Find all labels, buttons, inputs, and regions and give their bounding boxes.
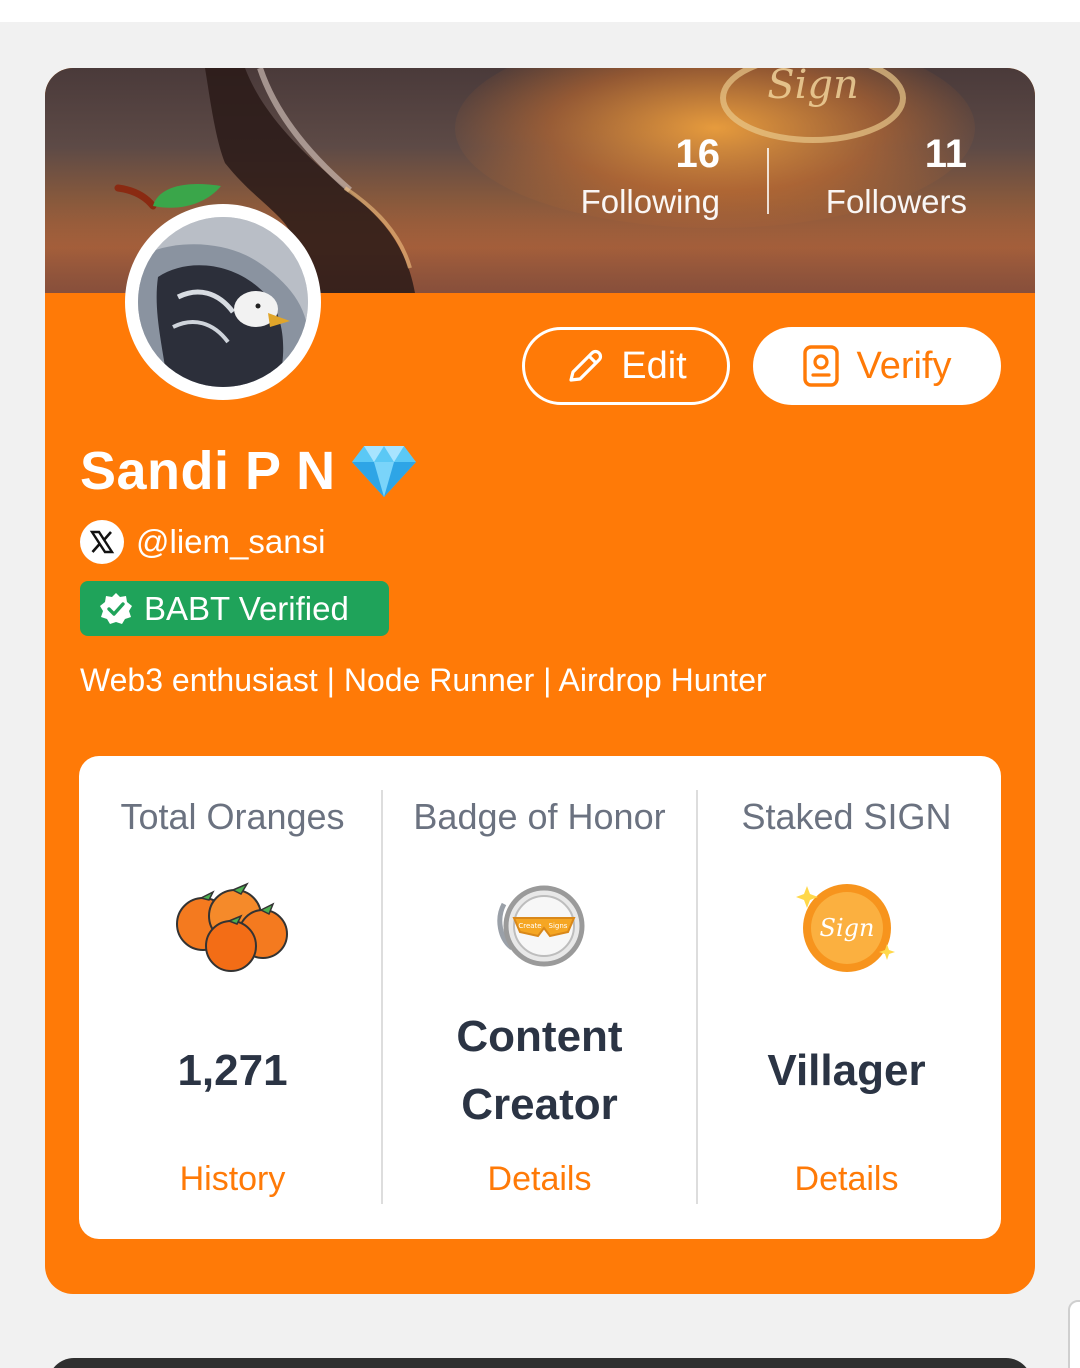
followers-label: Followers [825, 183, 967, 220]
eagle-avatar-image [138, 217, 308, 387]
stats-panel: Total Oranges 1,271 History Badge of Hon… [79, 756, 1001, 1239]
badge-details-link[interactable]: Details [386, 1160, 693, 1199]
staked-details-link[interactable]: Details [693, 1160, 1000, 1199]
staked-sign-value: Villager [767, 1046, 926, 1095]
avatar[interactable] [138, 217, 308, 387]
svg-text:Signs: Signs [548, 922, 567, 930]
x-logo-icon [80, 520, 124, 564]
stat-divider [767, 148, 769, 214]
total-oranges-title: Total Oranges [120, 796, 345, 837]
badge-of-honor-value: Content Creator [456, 1012, 623, 1129]
top-strip [0, 0, 1080, 22]
followers-count: 11 [924, 132, 967, 176]
verified-check-icon [100, 592, 132, 624]
following-stat[interactable]: 16 Following [581, 132, 720, 224]
svg-text:Sign: Sign [767, 68, 859, 108]
badge-of-honor-title: Badge of Honor [413, 796, 666, 837]
profile-card: Sign 16 Following 11 Followers Edit Veri… [45, 68, 1035, 1294]
edit-label: Edit [621, 344, 687, 387]
badge-of-honor-column: Badge of Honor Create Signs Content Crea… [386, 756, 693, 1239]
diamond-icon [351, 446, 416, 497]
x-handle: @liem_sansi [136, 523, 326, 560]
profile-name-row: Sandi P N [80, 440, 418, 502]
oranges-icon [175, 882, 288, 972]
profile-bio: Web3 enthusiast | Node Runner | Airdrop … [80, 662, 767, 698]
handle-row[interactable]: @liem_sansi [80, 520, 325, 564]
profile-name: Sandi P N [80, 441, 336, 501]
id-card-icon [803, 345, 840, 387]
total-oranges-value: 1,271 [177, 1046, 288, 1095]
babt-label: BABT Verified [144, 589, 349, 627]
total-oranges-column: Total Oranges 1,271 History [79, 756, 386, 1239]
following-count: 16 [675, 132, 721, 176]
floating-side-handle[interactable] [1068, 1300, 1080, 1368]
svg-text:Create: Create [518, 922, 541, 930]
babt-verified-badge: BABT Verified [80, 581, 389, 636]
pencil-icon [569, 349, 603, 382]
staked-sign-title: Staked SIGN [741, 796, 952, 837]
content-creator-badge-icon: Create Signs [496, 885, 584, 967]
history-link[interactable]: History [79, 1160, 386, 1199]
staked-sign-column: Staked SIGN Sign Villager Details [693, 756, 1000, 1239]
following-label: Following [580, 183, 720, 220]
svg-text:Sign: Sign [819, 914, 874, 942]
next-card-edge [48, 1358, 1032, 1368]
verify-label: Verify [856, 344, 952, 387]
orange-leaf-icon [114, 184, 221, 210]
sign-coin-icon: Sign [795, 884, 895, 972]
edit-button[interactable]: Edit [522, 327, 730, 405]
avatar-frame [125, 204, 321, 400]
verify-button[interactable]: Verify [753, 327, 1001, 405]
followers-stat[interactable]: 11 Followers [826, 132, 967, 224]
